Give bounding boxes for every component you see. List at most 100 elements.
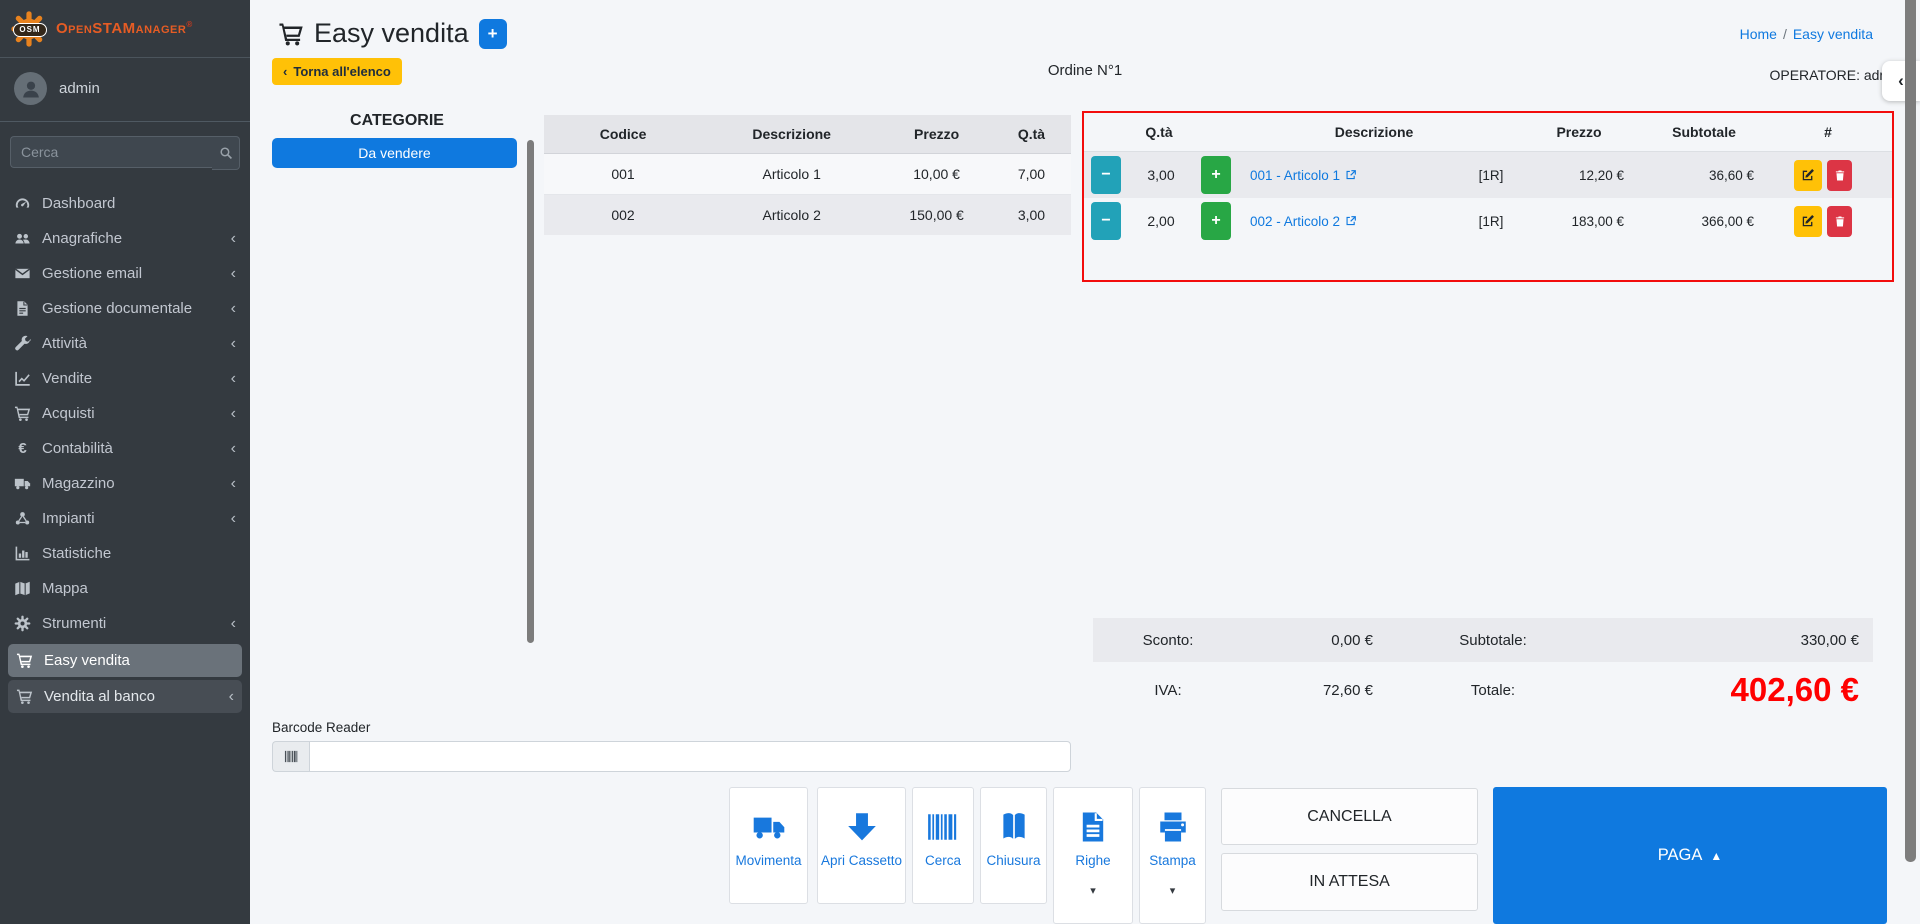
truck-icon	[14, 475, 31, 492]
sidebar-item-gestione-documentale[interactable]: Gestione documentale‹	[0, 291, 250, 326]
products-table: Codice Descrizione Prezzo Q.tà 001 Artic…	[544, 115, 1071, 235]
tax-code: [1R]	[1448, 214, 1534, 229]
search-icon	[219, 146, 233, 160]
subtotal-value: 366,00 €	[1624, 214, 1754, 229]
cerca-button[interactable]: Cerca	[912, 787, 974, 904]
page-header: Easy vendita +	[278, 18, 507, 49]
barcode-icon	[284, 749, 299, 764]
sidebar-item-vendita-al-banco[interactable]: Vendita al banco‹	[8, 680, 242, 713]
category-da-vendere-button[interactable]: Da vendere	[272, 138, 517, 168]
chiusura-button[interactable]: Chiusura	[980, 787, 1047, 904]
sidebar-item-impianti[interactable]: Impianti‹	[0, 501, 250, 536]
chevron-left-icon: ‹	[231, 266, 236, 282]
add-order-button[interactable]: +	[479, 19, 507, 49]
user-panel[interactable]: admin	[0, 58, 250, 122]
sidebar-item-statistiche[interactable]: Statistiche	[0, 536, 250, 571]
sidebar-item-contabilita[interactable]: €Contabilità‹	[0, 431, 250, 466]
tax-code: [1R]	[1448, 168, 1534, 183]
sidebar-item-gestione-email[interactable]: Gestione email‹	[0, 256, 250, 291]
sidebar-item-dashboard[interactable]: Dashboard	[0, 186, 250, 221]
subtotale-label: Subtotale:	[1373, 632, 1613, 649]
arrow-down-icon	[844, 810, 880, 844]
logo-mark: OSM	[13, 23, 47, 37]
article-link[interactable]: 001 - Articolo 1	[1250, 168, 1357, 183]
cart-icon	[14, 405, 31, 422]
easy-vendita-page: OSM OpenSTAManager® admin Dashboard Anag…	[0, 0, 1920, 924]
chevron-left-icon: ‹	[231, 336, 236, 352]
chevron-left-icon: ‹	[231, 441, 236, 457]
sidebar: OSM OpenSTAManager® admin Dashboard Anag…	[0, 0, 250, 924]
edit-icon	[1801, 214, 1815, 228]
sidebar-item-vendite[interactable]: Vendite‹	[0, 361, 250, 396]
qty-value: 2,00	[1128, 213, 1194, 229]
sidebar-item-mappa[interactable]: Mappa	[0, 571, 250, 606]
book-icon	[996, 810, 1032, 844]
breadcrumb-current-link[interactable]: Easy vendita	[1793, 26, 1873, 42]
plus-icon: +	[1211, 166, 1220, 184]
increase-qty-button[interactable]: +	[1201, 156, 1231, 194]
page-scrollbar[interactable]	[1905, 0, 1916, 862]
paga-button[interactable]: PAGA ▲	[1493, 787, 1887, 924]
cart-icon	[16, 688, 33, 705]
sidebar-item-acquisti[interactable]: Acquisti‹	[0, 396, 250, 431]
sconto-value: 0,00 €	[1243, 632, 1373, 649]
column-header-qta: Q.tà	[1084, 124, 1234, 140]
sidebar-item-easy-vendita[interactable]: Easy vendita	[8, 644, 242, 677]
sidebar-item-strumenti[interactable]: Strumenti‹	[0, 606, 250, 641]
column-header-descrizione: Descrizione	[1234, 124, 1514, 140]
breadcrumb-separator: /	[1783, 26, 1787, 42]
envelope-icon	[14, 265, 31, 282]
increase-qty-button[interactable]: +	[1201, 202, 1231, 240]
subtotale-value: 330,00 €	[1613, 632, 1873, 649]
brand[interactable]: OSM OpenSTAManager®	[0, 0, 250, 58]
sidebar-item-magazzino[interactable]: Magazzino‹	[0, 466, 250, 501]
username: admin	[59, 80, 100, 97]
chevron-left-icon: ‹	[231, 476, 236, 492]
righe-dropdown-button[interactable]: Righe ▾	[1053, 787, 1133, 924]
column-header-subtotale: Subtotale	[1644, 124, 1764, 140]
delete-row-button[interactable]	[1827, 160, 1852, 191]
cancella-button[interactable]: CANCELLA	[1221, 788, 1478, 845]
edit-row-button[interactable]	[1794, 160, 1822, 191]
plus-icon: +	[1211, 212, 1220, 230]
document-icon	[14, 300, 31, 317]
column-header-qta: Q.tà	[992, 126, 1071, 142]
edit-row-button[interactable]	[1794, 206, 1822, 237]
bar-chart-icon	[14, 545, 31, 562]
truck-icon	[751, 810, 787, 844]
sidebar-item-attivita[interactable]: Attività‹	[0, 326, 250, 361]
in-attesa-button[interactable]: IN ATTESA	[1221, 853, 1478, 911]
chevron-left-icon: ‹	[231, 231, 236, 247]
product-row[interactable]: 002 Articolo 2 150,00 € 3,00	[544, 195, 1071, 235]
movimenta-button[interactable]: Movimenta	[729, 787, 808, 904]
search-input[interactable]	[10, 136, 212, 168]
caret-up-icon: ▲	[1710, 849, 1722, 863]
delete-row-button[interactable]	[1827, 206, 1852, 237]
breadcrumb-home-link[interactable]: Home	[1740, 26, 1777, 42]
column-header-actions: #	[1764, 124, 1892, 140]
search-button[interactable]	[212, 136, 240, 170]
decrease-qty-button[interactable]: −	[1091, 202, 1121, 240]
sconto-label: Sconto:	[1093, 632, 1243, 649]
decrease-qty-button[interactable]: −	[1091, 156, 1121, 194]
sidebar-nav: Dashboard Anagrafiche‹ Gestione email‹ G…	[0, 182, 250, 713]
minus-icon: −	[1101, 166, 1110, 184]
stampa-dropdown-button[interactable]: Stampa ▾	[1139, 787, 1206, 924]
article-link[interactable]: 002 - Articolo 2	[1250, 214, 1357, 229]
chevron-left-icon: ‹	[231, 616, 236, 632]
totale-label: Totale:	[1373, 682, 1613, 699]
file-lines-icon	[1075, 810, 1111, 844]
main-content: Easy vendita + Home/Easy vendita ‹ Torna…	[250, 0, 1920, 924]
barcode-icon	[925, 810, 961, 844]
cart-icon	[278, 21, 304, 47]
categories-title: CATEGORIE	[272, 112, 522, 130]
categories-scrollbar[interactable]	[527, 140, 534, 643]
barcode-input[interactable]	[309, 741, 1071, 772]
sidebar-item-anagrafiche[interactable]: Anagrafiche‹	[0, 221, 250, 256]
price-value: 12,20 €	[1534, 168, 1624, 183]
barcode-input-group	[272, 741, 1071, 772]
apri-cassetto-button[interactable]: Apri Cassetto	[817, 787, 906, 904]
product-row[interactable]: 001 Articolo 1 10,00 € 7,00	[544, 154, 1071, 195]
cart-icon	[16, 652, 33, 669]
external-link-icon	[1345, 215, 1357, 227]
